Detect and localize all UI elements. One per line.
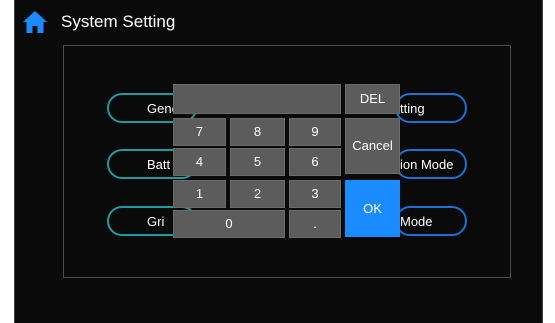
cancel-button[interactable]: Cancel [345, 118, 400, 174]
key-8[interactable]: 8 [230, 118, 285, 146]
key-1[interactable]: 1 [173, 180, 226, 208]
menu-label: Gri [147, 214, 165, 229]
key-decimal[interactable]: . [289, 210, 341, 238]
key-5[interactable]: 5 [230, 148, 285, 176]
key-3[interactable]: 3 [289, 180, 341, 208]
key-0[interactable]: 0 [173, 210, 285, 238]
page-title: System Setting [61, 12, 176, 31]
del-button[interactable]: DEL [345, 84, 400, 114]
numeric-keypad: DEL 7 8 9 Cancel 4 5 6 1 2 3 OK 0 . [173, 84, 416, 242]
menu-label: Batt [147, 157, 171, 172]
key-4[interactable]: 4 [173, 148, 226, 176]
home-icon[interactable] [22, 10, 48, 34]
header: System Setting [15, 0, 542, 44]
ok-button[interactable]: OK [345, 180, 400, 237]
key-2[interactable]: 2 [230, 180, 285, 208]
key-7[interactable]: 7 [173, 118, 226, 146]
device-screen: System Setting Gene Batt Gri tting ion M… [14, 0, 543, 323]
key-6[interactable]: 6 [289, 148, 341, 176]
keypad-display[interactable] [173, 84, 341, 114]
key-9[interactable]: 9 [289, 118, 341, 146]
